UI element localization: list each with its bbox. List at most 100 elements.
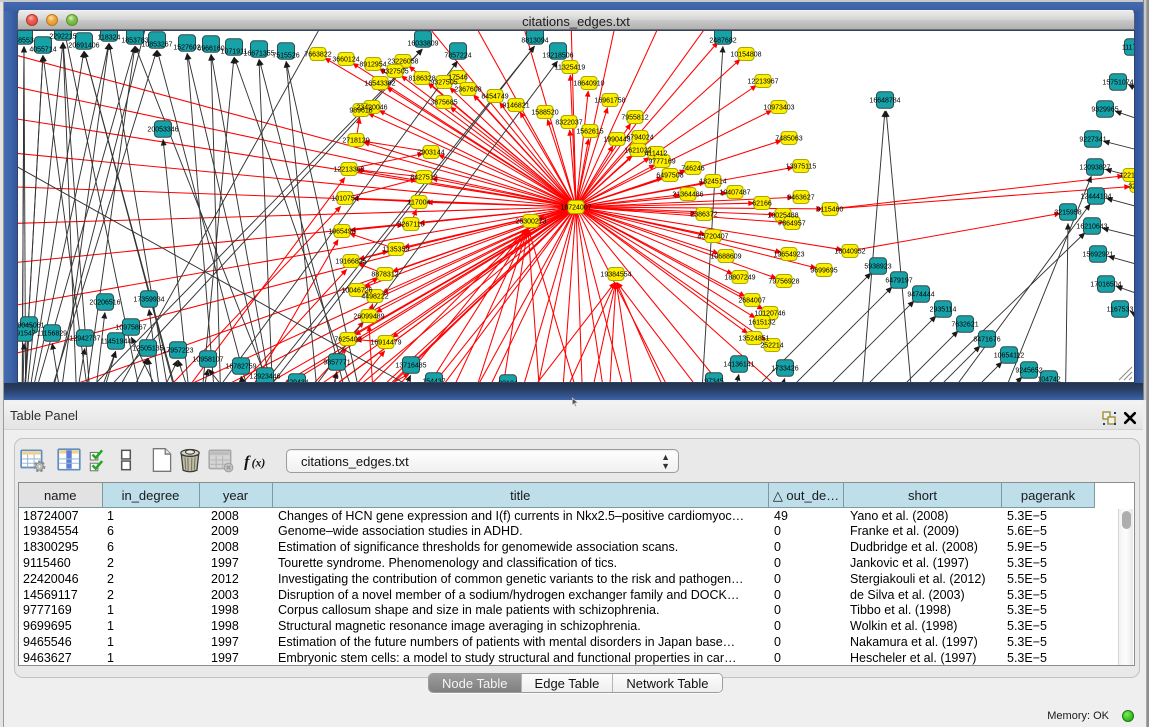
svg-text:117004: 117004 <box>408 200 431 207</box>
svg-text:20045061: 20045061 <box>17 323 45 330</box>
svg-text:16671355: 16671355 <box>243 51 274 58</box>
svg-text:16782759: 16782759 <box>225 364 256 371</box>
svg-text:6479197: 6479197 <box>885 278 912 285</box>
svg-text:18807249: 18807249 <box>724 275 755 282</box>
svg-text:7632621: 7632621 <box>951 322 978 329</box>
svg-text:1733426: 1733426 <box>771 366 798 373</box>
svg-text:9474444: 9474444 <box>907 292 934 299</box>
svg-text:2903144: 2903144 <box>417 150 444 157</box>
svg-text:11451944: 11451944 <box>101 339 132 346</box>
svg-text:7515526: 7515526 <box>272 53 299 60</box>
svg-text:5938923: 5938923 <box>864 264 891 271</box>
svg-text:8878312: 8878312 <box>371 272 398 279</box>
svg-text:9699695: 9699695 <box>810 268 837 275</box>
svg-text:16033809: 16033809 <box>407 41 438 48</box>
svg-text:9329965: 9329965 <box>1091 107 1118 114</box>
svg-text:2935114: 2935114 <box>930 307 957 314</box>
svg-text:989618: 989618 <box>349 108 372 115</box>
svg-text:9857771: 9857771 <box>323 360 350 367</box>
svg-text:12942737: 12942737 <box>69 336 100 343</box>
svg-text:26099489: 26099489 <box>353 314 384 321</box>
svg-text:10853267: 10853267 <box>141 42 172 49</box>
svg-text:7485063: 7485063 <box>775 136 802 143</box>
svg-text:9777169: 9777169 <box>648 159 675 166</box>
svg-text:45720407: 45720407 <box>697 234 728 241</box>
svg-text:8471676: 8471676 <box>973 337 1000 344</box>
svg-text:1965498: 1965498 <box>328 229 355 236</box>
svg-text:1824514: 1824514 <box>699 179 726 186</box>
svg-text:1562615: 1562615 <box>576 129 603 136</box>
svg-text:8322037: 8322037 <box>555 120 582 127</box>
svg-text:7625402: 7625402 <box>334 337 361 344</box>
svg-text:15692921: 15692921 <box>1082 252 1113 259</box>
svg-text:122130: 122130 <box>1119 173 1135 180</box>
svg-text:9115460: 9115460 <box>817 207 844 214</box>
svg-text:12213967: 12213967 <box>747 79 778 86</box>
svg-text:2684007: 2684007 <box>738 298 765 305</box>
svg-text:7663822: 7663822 <box>304 52 331 59</box>
svg-text:12213369: 12213369 <box>333 167 364 174</box>
svg-text:9146821: 9146821 <box>502 103 529 110</box>
svg-text:2386372: 2386372 <box>690 212 717 219</box>
svg-text:12505135: 12505135 <box>132 346 163 353</box>
svg-text:7955812: 7955812 <box>621 115 648 122</box>
svg-text:3660124: 3660124 <box>332 57 359 64</box>
svg-text:16914479: 16914479 <box>370 340 401 347</box>
svg-text:10688609: 10688609 <box>710 254 741 261</box>
svg-text:252214: 252214 <box>760 343 783 350</box>
svg-text:25300273: 25300273 <box>515 219 546 226</box>
svg-text:19384554: 19384554 <box>600 272 631 279</box>
svg-text:16961758: 16961758 <box>594 98 625 105</box>
svg-text:10407487: 10407487 <box>719 190 750 197</box>
svg-text:21364486: 21364486 <box>672 192 703 199</box>
svg-text:111754: 111754 <box>1122 45 1135 52</box>
svg-text:118324: 118324 <box>98 35 121 42</box>
svg-text:20053346: 20053346 <box>147 127 178 134</box>
svg-text:10154808: 10154808 <box>730 52 761 59</box>
svg-text:13716485: 13716485 <box>395 363 426 370</box>
svg-text:19166825: 19166825 <box>335 259 366 266</box>
svg-text:17016504: 17016504 <box>1090 282 1121 289</box>
svg-text:2292215: 2292215 <box>49 34 76 41</box>
svg-text:8813094: 8813094 <box>521 38 548 45</box>
svg-text:15751074: 15751074 <box>1102 80 1133 87</box>
svg-text:12093827: 12093827 <box>1079 165 1110 172</box>
svg-text:11156829: 11156829 <box>37 331 67 338</box>
svg-text:19218506: 19218506 <box>542 53 573 60</box>
svg-text:9463627: 9463627 <box>787 195 814 202</box>
svg-text:1167533: 1167533 <box>1107 307 1134 314</box>
svg-text:411412: 411412 <box>645 151 668 158</box>
svg-text:10975867: 10975867 <box>115 325 146 332</box>
svg-text:10958107: 10958107 <box>192 357 223 364</box>
svg-text:13975115: 13975115 <box>786 164 817 171</box>
svg-text:12444194: 12444194 <box>1080 194 1111 201</box>
svg-text:2718120: 2718120 <box>342 138 369 145</box>
svg-text:18040952: 18040952 <box>834 249 865 256</box>
svg-text:1135359: 1135359 <box>383 247 410 254</box>
svg-text:746246: 746246 <box>681 166 704 173</box>
svg-text:16543382: 16543382 <box>364 81 395 88</box>
svg-text:17359934: 17359934 <box>133 297 164 304</box>
svg-text:8427512: 8427512 <box>410 175 437 182</box>
svg-text:18724007: 18724007 <box>560 205 591 212</box>
svg-text:10025488: 10025488 <box>767 213 798 220</box>
svg-text:10120746: 10120746 <box>754 311 785 318</box>
svg-text:9227341: 9227341 <box>1079 137 1106 144</box>
svg-text:f: f <box>244 453 251 470</box>
svg-text:9327505: 9327505 <box>381 69 408 76</box>
svg-text:18553: 18553 <box>17 38 34 45</box>
svg-text:2487682: 2487682 <box>709 38 736 45</box>
svg-text:391547: 391547 <box>17 331 36 338</box>
svg-text:12923446: 12923446 <box>249 374 280 381</box>
svg-text:14136141: 14136141 <box>723 362 754 369</box>
svg-text:7864957: 7864957 <box>778 221 805 228</box>
svg-text:16648784: 16648784 <box>869 98 900 105</box>
svg-text:17546: 17546 <box>448 75 468 82</box>
svg-text:62166: 62166 <box>752 201 772 208</box>
svg-text:8454749: 8454749 <box>481 94 508 101</box>
svg-text:23226058: 23226058 <box>387 59 418 66</box>
svg-text:32275: 32275 <box>1128 184 1135 191</box>
svg-text:17957223: 17957223 <box>162 348 193 355</box>
svg-text:20206516: 20206516 <box>89 300 120 307</box>
svg-text:1990443: 1990443 <box>603 137 630 144</box>
